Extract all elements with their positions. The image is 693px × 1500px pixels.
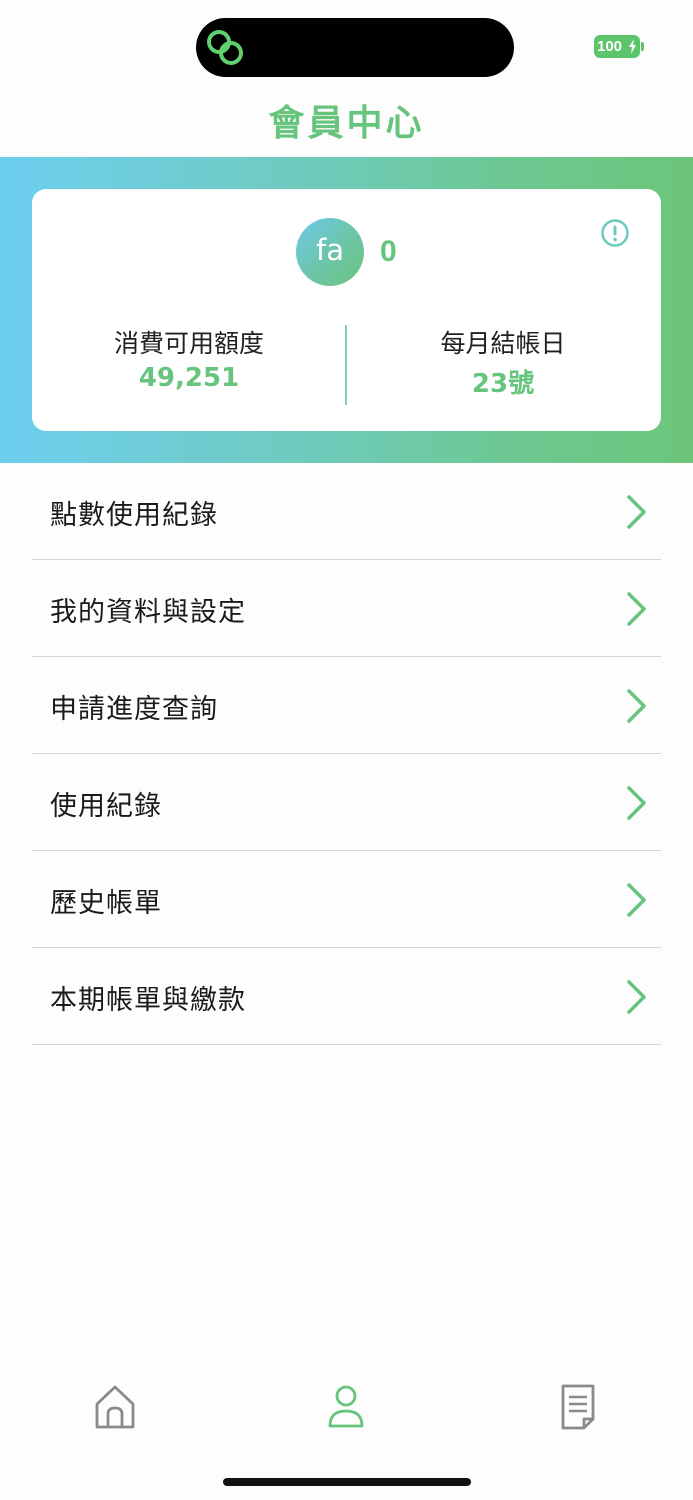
menu-item-current-bill-payment[interactable]: 本期帳單與繳款	[32, 948, 661, 1045]
menu-item-label: 使用紀錄	[50, 791, 162, 822]
available-credit-label: 消費可用額度	[113, 329, 264, 358]
menu-item-label: 我的資料與設定	[50, 597, 246, 628]
menu-item-application-status[interactable]: 申請進度查詢	[32, 657, 661, 754]
billing-day: 每月結帳日 23號	[346, 327, 660, 400]
home-indicator[interactable]	[223, 1478, 471, 1486]
available-credit-value: 49,251	[138, 363, 240, 393]
chevron-right-icon	[627, 592, 646, 626]
menu-item-points-history[interactable]: 點數使用紀錄	[32, 463, 661, 560]
info-circle-icon[interactable]	[600, 218, 630, 248]
home-icon[interactable]	[93, 1384, 137, 1430]
menu-item-label: 點數使用紀錄	[50, 500, 218, 531]
link-rings-icon	[207, 30, 243, 65]
charging-bolt-icon	[629, 39, 636, 54]
hero-banner: fa 0 消費可用額度 49,251 每月結帳日 23號	[0, 157, 693, 463]
battery-level: 100	[597, 38, 623, 55]
menu-item-label: 本期帳單與繳款	[50, 985, 246, 1016]
chevron-right-icon	[627, 786, 646, 820]
avatar[interactable]: fa	[296, 218, 364, 286]
chevron-right-icon	[627, 495, 646, 529]
menu-item-profile-settings[interactable]: 我的資料與設定	[32, 560, 661, 657]
chevron-right-icon	[627, 980, 646, 1014]
menu-item-label: 歷史帳單	[50, 888, 162, 919]
dynamic-island	[196, 18, 514, 77]
billing-day-value: 23號	[471, 369, 535, 399]
billing-day-label: 每月結帳日	[440, 329, 566, 358]
battery-indicator: 100	[594, 35, 640, 58]
status-bar: 100	[0, 0, 693, 90]
menu-list: 點數使用紀錄 我的資料與設定 申請進度查詢 使用紀錄 歷史帳單 本期帳單與繳款	[32, 463, 661, 1045]
points-value: 0	[380, 235, 397, 268]
available-credit: 消費可用額度 49,251	[32, 327, 346, 393]
menu-item-usage-history[interactable]: 使用紀錄	[32, 754, 661, 851]
battery-nub	[641, 42, 644, 51]
chevron-right-icon	[627, 883, 646, 917]
member-card: fa 0 消費可用額度 49,251 每月結帳日 23號	[32, 189, 661, 431]
menu-item-past-bills[interactable]: 歷史帳單	[32, 851, 661, 948]
page-title: 會員中心	[268, 103, 425, 144]
person-icon[interactable]	[324, 1384, 368, 1430]
document-icon[interactable]	[556, 1384, 600, 1430]
chevron-right-icon	[627, 689, 646, 723]
menu-item-label: 申請進度查詢	[50, 694, 218, 725]
